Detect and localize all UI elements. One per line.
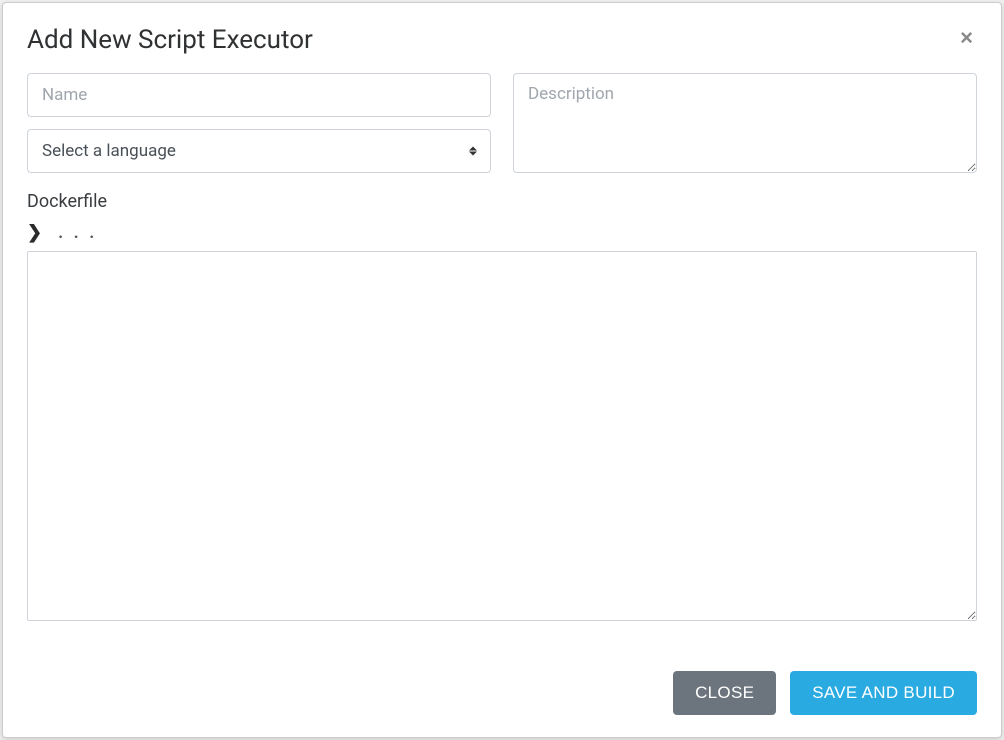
code-collapse-marker: . . . xyxy=(58,222,97,243)
top-row: Select a language xyxy=(27,73,977,177)
name-input[interactable] xyxy=(27,73,491,117)
language-select-wrap: Select a language xyxy=(27,129,491,173)
dockerfile-label: Dockerfile xyxy=(27,191,977,212)
modal-footer: CLOSE SAVE AND BUILD xyxy=(3,653,1001,737)
save-and-build-button[interactable]: SAVE AND BUILD xyxy=(790,671,977,715)
close-button[interactable]: CLOSE xyxy=(673,671,776,715)
modal-title: Add New Script Executor xyxy=(27,25,313,55)
modal-body: Select a language Dockerfile ❯ . . . xyxy=(3,55,1001,653)
right-column xyxy=(513,73,977,177)
language-select[interactable]: Select a language xyxy=(27,129,491,173)
script-executor-modal: Add New Script Executor × Select a langu… xyxy=(2,2,1002,738)
modal-header: Add New Script Executor × xyxy=(3,3,1001,55)
description-textarea[interactable] xyxy=(513,73,977,173)
chevron-right-icon[interactable]: ❯ xyxy=(27,224,42,242)
close-icon[interactable]: × xyxy=(956,25,977,51)
left-column: Select a language xyxy=(27,73,491,177)
code-header: ❯ . . . xyxy=(27,218,977,251)
dockerfile-code-area[interactable] xyxy=(27,251,977,621)
